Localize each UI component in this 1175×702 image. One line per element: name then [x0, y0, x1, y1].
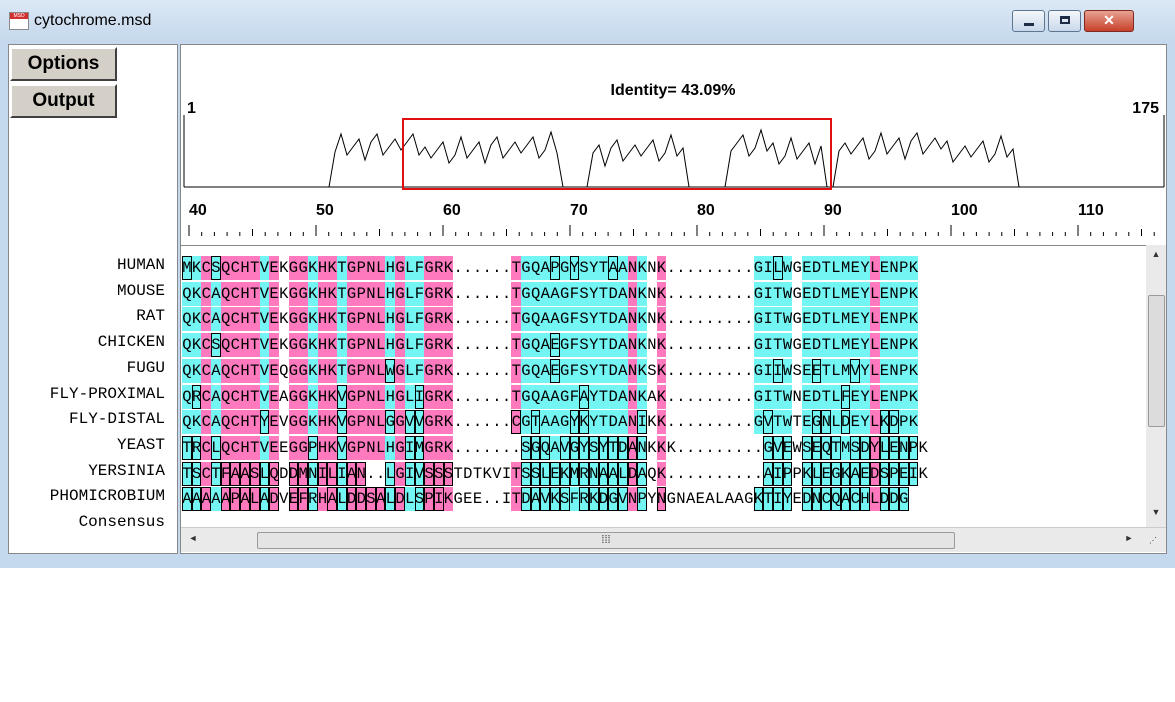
window-title: cytochrome.msd — [34, 12, 152, 29]
vertical-scrollbar[interactable]: ▲ ▼ — [1146, 245, 1166, 527]
sequence-name[interactable]: HUMAN — [50, 253, 165, 279]
graph-start-label: 1 — [187, 100, 196, 117]
horizontal-scroll-thumb[interactable]: ⁞⁞⁞ — [257, 532, 955, 549]
sequence-name[interactable]: YERSINIA — [50, 459, 165, 485]
sequence-row: MKCSQCHTVEKGGKHKTGPNLHGLFGRK......TGQAPG… — [182, 256, 919, 280]
graph-end-label: 175 — [1132, 100, 1159, 117]
sequence-row: QRCAQCHTVEAGGKHKVGPNLHGLIGRK......TGQAAG… — [182, 384, 919, 409]
scroll-right-icon[interactable]: ► — [1119, 533, 1139, 543]
grip-icon: ⋰ — [1149, 536, 1157, 545]
app-icon[interactable]: MSD — [9, 12, 29, 30]
sequence-row: QKCAQCHTVEQGGKHKTGPNLWGLFGRK......TGQAEG… — [182, 358, 919, 383]
sequence-row: AAAAAPALADVEFRHALDDSALDLSPIKGEE..ITDAVKS… — [182, 487, 909, 512]
scroll-up-icon[interactable]: ▲ — [1146, 249, 1166, 259]
ruler-label: 70 — [570, 202, 588, 219]
alignment-pane: Identity= 43.09% 1 175 40 50 60 70 80 90 100 11… — [180, 44, 1167, 554]
sequence-row: QKCAQCHTYEVGGKHKVGPNLGGVVGRK......CGTAAG… — [182, 410, 919, 435]
position-ruler: 40 50 60 70 80 90 100 110 — [188, 202, 1155, 236]
ruler-label: 110 — [1078, 202, 1104, 219]
sequence-row: QKCSQCHTVEKGGKHKTGPNLHGLFGRK......TGQAEG… — [182, 333, 919, 358]
left-pane: Options Output HUMAN MOUSE RAT CHICKEN FUGU F… — [8, 44, 178, 554]
close-button[interactable]: ✕ — [1084, 10, 1134, 32]
sequence-name[interactable]: FLY-PROXIMAL — [50, 382, 165, 408]
title-bar[interactable]: MSD cytochrome.msd ✕ — [0, 0, 1175, 44]
identity-graph[interactable]: Identity= 43.09% 1 175 40 50 60 70 80 90 100 11… — [181, 45, 1166, 245]
ruler-label: 60 — [443, 202, 461, 219]
sequence-name[interactable]: FLY-DISTAL — [50, 407, 165, 433]
vertical-scroll-thumb[interactable] — [1148, 295, 1165, 427]
options-button[interactable]: Options — [10, 47, 117, 81]
sequence-alignment[interactable]: MKCSQCHTVEKGGKHKTGPNLHGLFGRK......TGQAPG… — [181, 245, 1146, 528]
app-window: MSD cytochrome.msd ✕ Options Output HUMA… — [0, 0, 1175, 568]
ruler-label: 80 — [697, 202, 715, 219]
scroll-down-icon[interactable]: ▼ — [1146, 507, 1166, 517]
sequence-name-list: HUMAN MOUSE RAT CHICKEN FUGU FLY-PROXIMAL FLY-… — [50, 253, 165, 536]
sequence-name[interactable]: Consensus — [50, 510, 165, 536]
identity-label: Identity= 43.09% — [611, 82, 736, 99]
ruler-label: 90 — [824, 202, 842, 219]
sequence-name[interactable]: MOUSE — [50, 279, 165, 305]
ruler-label: 50 — [316, 202, 334, 219]
minimize-button[interactable] — [1012, 10, 1045, 32]
sequence-name[interactable]: CHICKEN — [50, 330, 165, 356]
sequence-row: TSCTFAASLQDDMNILIAN..LGIVSSSTDTKVITSSLEK… — [182, 461, 928, 486]
sequence-row: TRCLQCHTVEEGGPHKVGPNLHGIMGRK.......SGQAV… — [182, 435, 928, 460]
output-button[interactable]: Output — [10, 84, 117, 118]
selection-window[interactable] — [402, 118, 832, 190]
horizontal-scrollbar[interactable]: ◄ ⁞⁞⁞ ► ⋰ — [181, 527, 1166, 552]
close-icon: ✕ — [1103, 12, 1115, 28]
maximize-icon — [1060, 16, 1070, 24]
sequence-row: QKCAQCHTVEKGGKHKTGPNLHGLFGRK......TGQAAG… — [182, 281, 919, 306]
app-icon-label: MSD — [10, 13, 28, 19]
maximize-button[interactable] — [1048, 10, 1081, 32]
identity-line — [293, 128, 1020, 188]
sequence-row: QKCAQCHTVEKGGKHKTGPNLHGLFGRK......TGQAAG… — [182, 307, 919, 332]
ruler-label: 40 — [189, 202, 207, 219]
scroll-left-icon[interactable]: ◄ — [183, 533, 203, 543]
sequence-name[interactable]: YEAST — [50, 433, 165, 459]
sequence-name[interactable]: RAT — [50, 304, 165, 330]
sequence-name[interactable]: FUGU — [50, 356, 165, 382]
sequence-name[interactable]: PHOMICROBIUM — [50, 484, 165, 510]
ruler-label: 100 — [951, 202, 978, 219]
minimize-icon — [1024, 23, 1034, 26]
